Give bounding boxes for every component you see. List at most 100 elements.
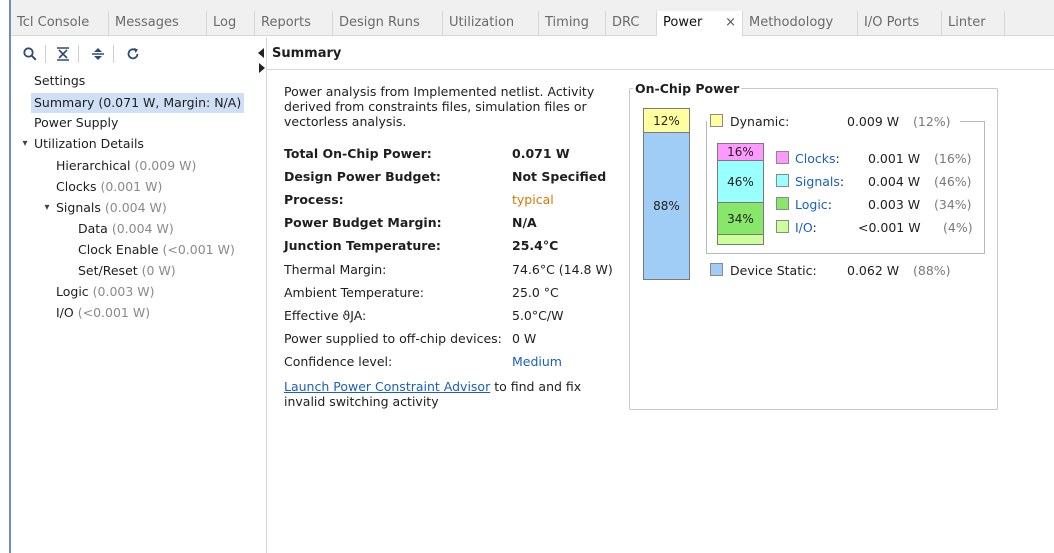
signals-link[interactable]: Signals [795,174,840,189]
clocks-link[interactable]: Clocks [795,151,835,166]
device-static-value: 0.062 W [847,263,900,278]
logic-swatch [776,197,789,210]
dynamic-bar-segment: 12% [643,108,690,133]
tab-utilization[interactable]: Utilization [443,11,539,36]
refresh-icon[interactable] [124,45,142,63]
tree-item-label: Set/Reset [78,263,138,278]
logic-legend: Logic: [795,197,832,212]
toolbar-separator [45,45,46,63]
effective-theta-value: 5.0°C/W [512,308,564,323]
tree-item-settings[interactable]: Settings [34,71,85,91]
tab-label: I/O Ports [864,15,920,30]
tree-item-signals[interactable]: Signals (0.004 W) [56,198,167,218]
clocks-legend: Clocks: [795,151,840,166]
tab-label: Tcl Console [17,15,90,30]
tab-io-ports[interactable]: I/O Ports [858,11,942,36]
ambient-temp-label: Ambient Temperature: [284,285,425,300]
tree-item-data[interactable]: Data (0.004 W) [78,219,174,239]
effective-theta-label: Effective ϑJA: [284,308,367,323]
io-link[interactable]: I/O [795,220,813,235]
signals-bar-segment: 46% [717,160,764,203]
confidence-value[interactable]: Medium [512,354,562,369]
tab-label: Design Runs [339,15,420,30]
collapse-all-icon[interactable] [54,45,72,63]
tab-methodology[interactable]: Methodology [743,11,858,36]
thermal-margin-label: Thermal Margin: [284,262,387,277]
chevron-down-icon[interactable]: ▾ [20,134,30,154]
logic-link[interactable]: Logic [795,197,828,212]
tab-label: Utilization [449,15,515,30]
tab-label: DRC [612,15,640,30]
io-legend: I/O: [795,220,817,235]
junction-temp-label: Junction Temperature: [284,238,441,253]
io-swatch [776,220,789,233]
tab-power[interactable]: Power × [657,11,743,37]
tree-item-value: (0.009 W) [134,158,197,173]
expand-all-icon[interactable] [89,45,107,63]
tree-toolbar [11,37,266,69]
toolbar-separator [78,45,79,63]
tab-design-runs[interactable]: Design Runs [333,11,443,36]
offchip-power-label: Power supplied to off-chip devices: [284,331,502,346]
tree-item-label: Signals [56,200,101,215]
signals-value: 0.004 W [868,174,921,189]
signals-legend: Signals: [795,174,845,189]
tab-reports[interactable]: Reports [255,11,333,36]
tree-item-label: Clock Enable [78,242,159,257]
tree-item-logic[interactable]: Logic (0.003 W) [56,282,155,302]
close-icon[interactable]: × [725,11,736,34]
process-value[interactable]: typical [512,192,554,207]
device-static-label: Device Static: [730,263,817,278]
tree-item-utilization-details[interactable]: Utilization Details [34,134,144,154]
thermal-margin-value: 74.6°C (14.8 W) [512,262,613,277]
chevron-down-icon[interactable]: ▾ [42,198,52,218]
tree-item-io[interactable]: I/O (<0.001 W) [56,303,150,323]
dynamic-box-top-edge [960,121,985,122]
tab-log[interactable]: Log [207,11,255,36]
tree-item-summary[interactable]: Summary (0.071 W, Margin: N/A) [31,93,245,113]
tab-linter[interactable]: Linter [942,11,1005,36]
power-constraint-advisor-link[interactable]: Launch Power Constraint Advisor [284,379,490,394]
tree-item-label: Settings [34,73,86,88]
content-header: Summary [267,37,1054,70]
ambient-temp-value: 25.0 °C [512,285,559,300]
tree-item-value: (0.004 W) [104,200,167,215]
budget-margin-value: N/A [512,215,537,230]
tree-item-clock-enable[interactable]: Clock Enable (<0.001 W) [78,240,235,260]
panel-divider[interactable] [266,37,267,553]
tree-item-value: (0.003 W) [92,284,155,299]
junction-temp-value: 25.4°C [512,238,559,253]
dynamic-box-left-edge [706,121,707,254]
io-bar-segment [717,234,764,245]
tree-item-hierarchical[interactable]: Hierarchical (0.009 W) [56,156,196,176]
tab-label: Methodology [749,15,834,30]
clocks-pct: (16%) [934,151,972,166]
tab-timing[interactable]: Timing [539,11,606,36]
tree-item-set-reset[interactable]: Set/Reset (0 W) [78,261,176,281]
tab-drc[interactable]: DRC [606,11,657,36]
tab-label: Reports [261,15,311,30]
tab-tcl-console[interactable]: Tcl Console [11,11,109,36]
power-budget-label: Design Power Budget: [284,169,441,184]
clocks-bar-segment: 16% [717,143,764,161]
search-icon[interactable] [21,45,39,63]
tree-item-label: Power Supply [34,115,119,130]
total-power-label: Total On-Chip Power: [284,146,432,161]
power-budget-value: Not Specified [512,169,607,184]
tab-label: Power [663,15,703,30]
footer-text: Launch Power Constraint Advisor to find … [284,379,614,409]
clocks-swatch [776,151,789,164]
collapse-left-icon[interactable] [258,48,264,58]
tree-item-value: (0.001 W) [100,179,163,194]
tree-item-label: Data [78,221,108,236]
tab-label: Messages [115,15,179,30]
tab-messages[interactable]: Messages [109,11,207,36]
tree-item-power-supply[interactable]: Power Supply [34,113,118,133]
clocks-value: 0.001 W [868,151,921,166]
budget-margin-label: Power Budget Margin: [284,215,442,230]
tree-item-clocks[interactable]: Clocks (0.001 W) [56,177,162,197]
expand-right-icon[interactable] [259,63,265,73]
signals-pct: (46%) [934,174,972,189]
tree-item-value: (0.004 W) [111,221,174,236]
io-pct: (4%) [943,220,973,235]
